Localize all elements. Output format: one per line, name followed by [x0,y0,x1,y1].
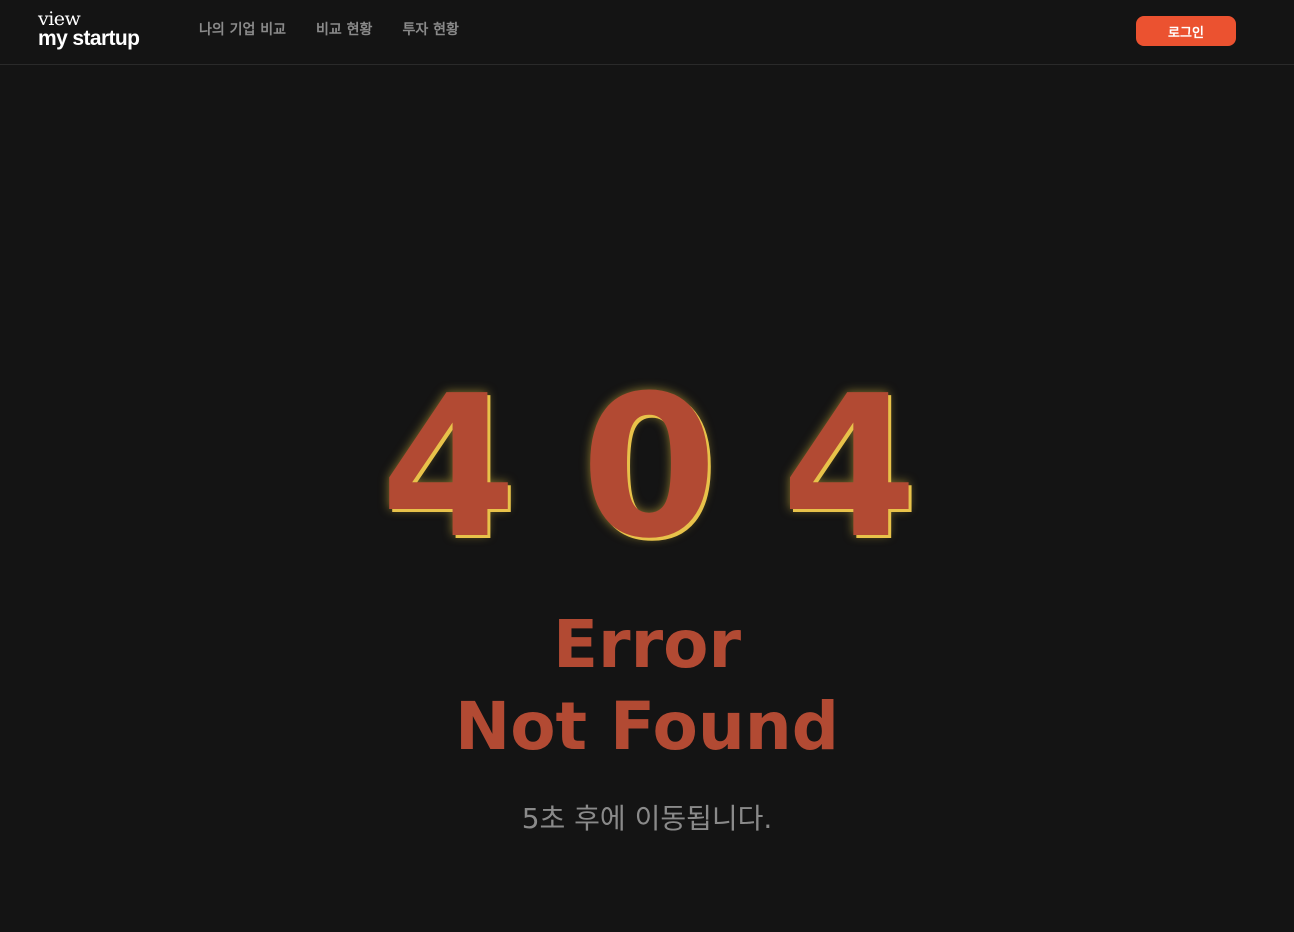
top-header: view my startup 나의 기업 비교 비교 현황 투자 현황 로그인 [0,0,1294,65]
error-code-digit-3: 4 [781,354,918,582]
logo-text-my-startup: my startup [38,27,140,50]
nav-item-investment-status[interactable]: 투자 현황 [402,19,458,39]
error-title-line-2: Not Found [454,688,840,765]
error-code-404: 4 0 4 [0,370,1294,566]
login-button[interactable]: 로그인 [1136,16,1236,46]
error-title-line-1: Error [552,606,742,683]
nav-item-compare-status[interactable]: 비교 현황 [316,19,372,39]
logo-text-view: view [38,8,81,30]
error-code-digit-1: 4 [380,354,517,582]
nav-item-my-company-compare[interactable]: 나의 기업 비교 [199,19,286,39]
main-nav: 나의 기업 비교 비교 현황 투자 현황 [199,19,459,39]
error-code-digit-2: 0 [580,354,718,582]
error-title: Error Not Found [0,604,1294,768]
redirect-message: 5초 후에 이동됩니다. [521,802,773,835]
logo[interactable]: view my startup [38,8,140,50]
